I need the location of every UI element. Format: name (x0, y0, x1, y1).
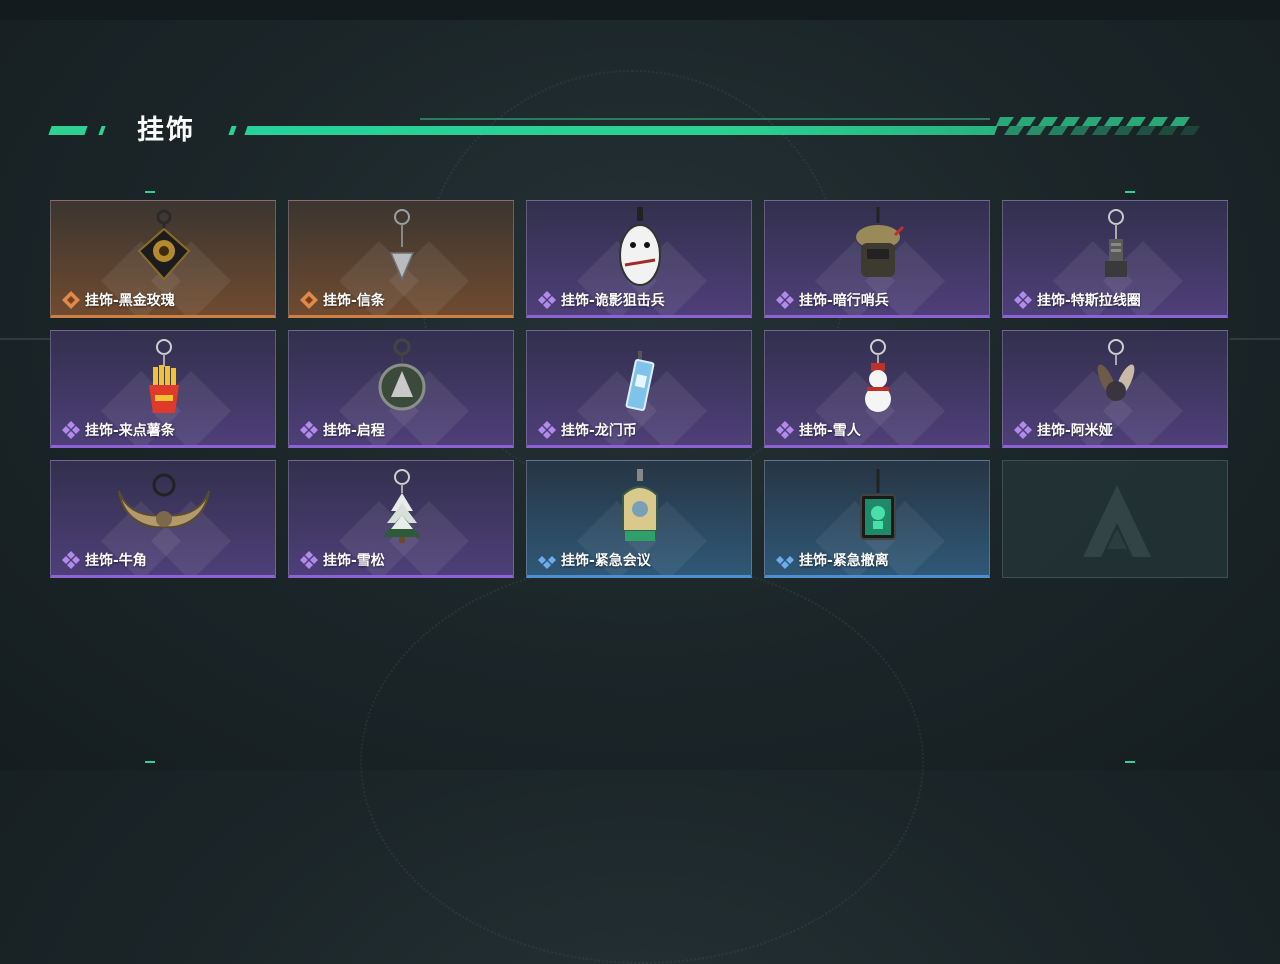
rarity-orange-icon (300, 291, 318, 309)
empty-slot-logo-icon (1083, 485, 1151, 557)
charm-card[interactable]: 挂饰-牛角 (50, 460, 276, 578)
charm-name-text: 挂饰-来点薯条 (85, 423, 175, 439)
rarity-purple-icon (776, 421, 794, 439)
section-title: 挂饰 (137, 115, 195, 146)
rarity-purple-icon (776, 291, 794, 309)
shadow-sniper-charm-icon (619, 207, 661, 286)
charm-name-text: 挂饰-暗行哨兵 (799, 293, 889, 309)
departure-charm-icon (378, 338, 426, 411)
rarity-purple-icon (62, 421, 80, 439)
divider-line-right (1230, 338, 1280, 340)
rarity-purple-icon (300, 551, 318, 569)
charm-name: 挂饰-诡影狙击兵 (537, 290, 665, 310)
rarity-blue-icon (776, 556, 794, 569)
creed-charm-icon (389, 209, 415, 281)
corner-tick (1125, 191, 1135, 193)
charm-name-text: 挂饰-紧急撤离 (799, 553, 889, 569)
charm-name: 挂饰-特斯拉线圈 (1013, 290, 1141, 310)
charm-name: 挂饰-雪人 (775, 420, 861, 440)
charm-name: 挂饰-紧急会议 (537, 550, 651, 570)
header-checker-pattern (996, 117, 1200, 135)
charm-name: 挂饰-紧急撤离 (775, 550, 889, 570)
charm-card[interactable]: 挂饰-特斯拉线圈 (1002, 200, 1228, 318)
charm-name: 挂饰-雪松 (299, 550, 385, 570)
emergency-meeting-charm-icon (622, 469, 658, 541)
header-thin-line (420, 118, 990, 120)
charm-name: 挂饰-牛角 (61, 550, 147, 570)
rarity-purple-icon (62, 551, 80, 569)
charm-card[interactable]: 挂饰-阿米娅 (1002, 330, 1228, 448)
corner-tick (145, 191, 155, 193)
charm-name-text: 挂饰-雪松 (323, 553, 385, 569)
charm-name-text: 挂饰-龙门币 (561, 423, 637, 439)
horns-charm-icon (118, 473, 210, 529)
charm-name: 挂饰-阿米娅 (1013, 420, 1113, 440)
header-accent-bar (244, 126, 998, 135)
charm-card[interactable]: 挂饰-雪松 (288, 460, 514, 578)
charm-name-text: 挂饰-牛角 (85, 553, 147, 569)
charm-name-text: 挂饰-紧急会议 (561, 553, 651, 569)
divider-line-left (0, 338, 50, 340)
charm-card[interactable]: 挂饰-暗行哨兵 (764, 200, 990, 318)
header-accent-dash (48, 126, 88, 135)
rarity-purple-icon (1014, 421, 1032, 439)
rarity-orange-icon (62, 291, 80, 309)
cedar-tree-charm-icon (383, 469, 421, 543)
charm-name-text: 挂饰-诡影狙击兵 (561, 293, 665, 309)
charm-name-text: 挂饰-信条 (323, 293, 385, 309)
header-accent-dash (228, 126, 237, 135)
charm-card[interactable]: 挂饰-启程 (288, 330, 514, 448)
charm-card[interactable]: 挂饰-紧急撤离 (764, 460, 990, 578)
bg-ring-decoration (360, 560, 924, 964)
charm-name: 挂饰-信条 (299, 290, 385, 310)
rarity-blue-icon (538, 556, 556, 569)
charm-card[interactable]: 挂饰-紧急会议 (526, 460, 752, 578)
charm-name-text: 挂饰-雪人 (799, 423, 861, 439)
charm-name-text: 挂饰-阿米娅 (1037, 423, 1113, 439)
charm-name-text: 挂饰-黑金玫瑰 (85, 293, 175, 309)
charm-name-text: 挂饰-启程 (323, 423, 385, 439)
corner-tick (1125, 761, 1135, 763)
empty-charm-slot[interactable] (1002, 460, 1228, 578)
charm-name: 挂饰-龙门币 (537, 420, 637, 440)
amiya-charm-icon (1097, 339, 1135, 401)
rarity-purple-icon (1014, 291, 1032, 309)
rarity-purple-icon (538, 421, 556, 439)
charm-card[interactable]: 挂饰-诡影狙击兵 (526, 200, 752, 318)
tesla-coil-charm-icon (1105, 209, 1127, 277)
corner-tick (145, 761, 155, 763)
charm-card[interactable]: 挂饰-来点薯条 (50, 330, 276, 448)
lungmen-coin-charm-icon (625, 351, 655, 411)
top-band (0, 0, 1280, 20)
charm-name: 挂饰-黑金玫瑰 (61, 290, 175, 310)
charm-card[interactable]: 挂饰-龙门币 (526, 330, 752, 448)
rarity-purple-icon (300, 421, 318, 439)
charm-card[interactable]: 挂饰-雪人 (764, 330, 990, 448)
fries-charm-icon (149, 339, 179, 413)
dark-sentry-charm-icon (856, 207, 905, 277)
charm-name: 挂饰-启程 (299, 420, 385, 440)
snowman-charm-icon (865, 339, 891, 412)
charm-card[interactable]: 挂饰-黑金玫瑰 (50, 200, 276, 318)
charm-name: 挂饰-暗行哨兵 (775, 290, 889, 310)
charm-card[interactable]: 挂饰-信条 (288, 200, 514, 318)
charm-name: 挂饰-来点薯条 (61, 420, 175, 440)
rarity-purple-icon (538, 291, 556, 309)
emergency-evac-charm-icon (860, 469, 896, 540)
header-accent-dash (98, 126, 106, 135)
black-gold-rose-charm-icon (137, 209, 191, 281)
charm-name-text: 挂饰-特斯拉线圈 (1037, 293, 1141, 309)
